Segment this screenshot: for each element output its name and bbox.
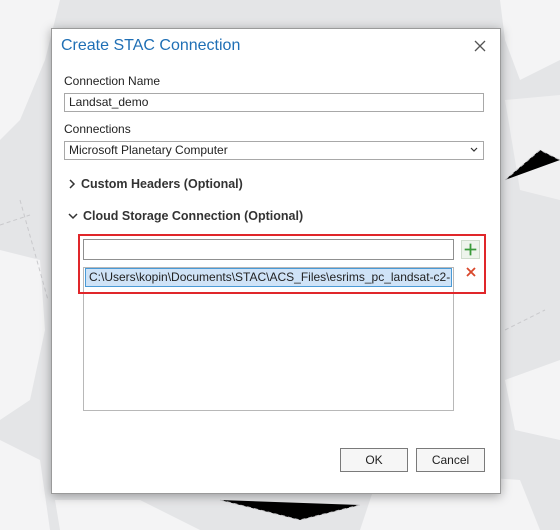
close-icon[interactable] [472, 38, 488, 54]
ok-button[interactable]: OK [340, 448, 408, 472]
custom-headers-expander[interactable]: Custom Headers (Optional) [68, 177, 243, 191]
dialog-title: Create STAC Connection [61, 37, 241, 54]
chevron-down-icon [470, 147, 478, 152]
connections-dropdown[interactable]: Microsoft Planetary Computer [64, 141, 484, 160]
cloud-storage-expander[interactable]: Cloud Storage Connection (Optional) [68, 209, 303, 223]
chevron-right-icon [69, 179, 76, 189]
create-stac-connection-dialog: Create STAC Connection Connection Name L… [51, 28, 501, 494]
connections-selected-value: Microsoft Planetary Computer [69, 143, 228, 157]
highlight-frame [78, 234, 486, 294]
cloud-storage-label: Cloud Storage Connection (Optional) [83, 209, 304, 223]
cancel-button[interactable]: Cancel [416, 448, 485, 472]
chevron-down-icon [68, 213, 78, 220]
custom-headers-label: Custom Headers (Optional) [81, 177, 243, 191]
connection-name-label: Connection Name [64, 74, 161, 88]
connection-name-input[interactable]: Landsat_demo [64, 93, 484, 112]
connections-label: Connections [64, 122, 131, 136]
